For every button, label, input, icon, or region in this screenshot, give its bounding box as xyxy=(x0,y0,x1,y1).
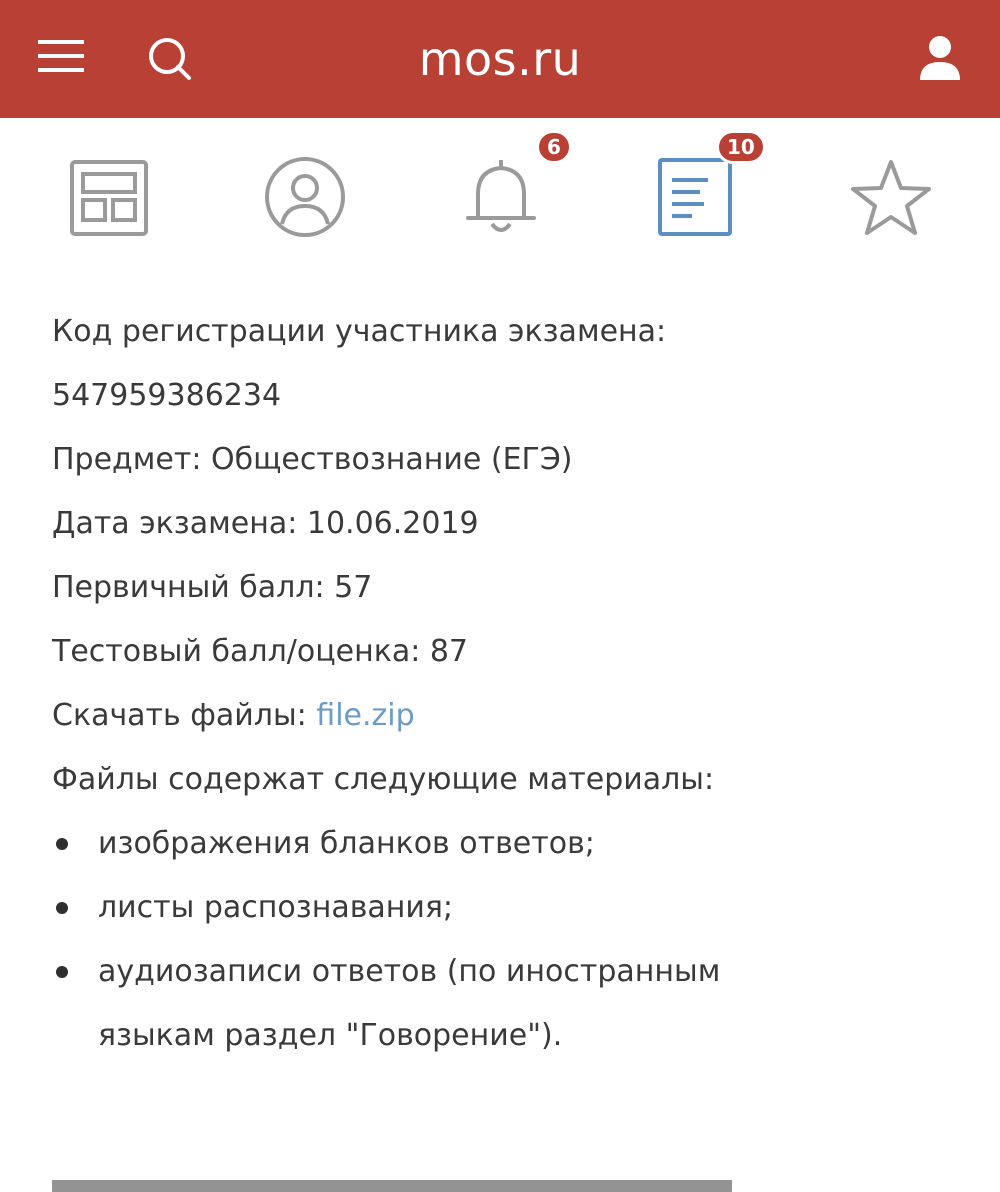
user-icon[interactable] xyxy=(918,34,962,80)
list-item-text: изображения бланков ответов; xyxy=(98,826,595,861)
top-navigation-bar: mos.ru xyxy=(0,0,1000,118)
notifications-badge: 6 xyxy=(536,130,572,164)
download-file-link[interactable]: file.zip xyxy=(316,698,414,733)
list-item: аудиозаписи ответов (по иностранным xyxy=(52,940,972,1004)
list-item-text: аудиозаписи ответов (по иностранным xyxy=(98,954,721,989)
bullet-dot xyxy=(56,966,68,978)
profile-circle-icon[interactable] xyxy=(262,154,348,240)
list-item-text: языкам раздел "Говорение"). xyxy=(98,1018,563,1053)
test-score-line: Тестовый балл/оценка: 87 xyxy=(52,634,469,669)
section-icon-bar: 6 10 xyxy=(0,130,1000,250)
exam-result-details: Код регистрации участника экзамена: 5479… xyxy=(52,300,972,1068)
files-intro-line: Файлы содержат следующие материалы: xyxy=(52,762,715,797)
list-item: изображения бланков ответов; xyxy=(52,812,972,876)
list-item-continuation: языкам раздел "Говорение"). xyxy=(52,1004,972,1068)
download-files-line: Скачать файлы: file.zip xyxy=(52,684,972,748)
bullet-dot xyxy=(56,902,68,914)
bullet-dot xyxy=(56,838,68,850)
star-icon[interactable] xyxy=(848,154,934,240)
documents-badge: 10 xyxy=(716,130,766,164)
subject-line: Предмет: Обществознание (ЕГЭ) xyxy=(52,442,573,477)
bell-icon[interactable] xyxy=(458,154,544,240)
document-list-icon[interactable] xyxy=(652,154,738,240)
hamburger-menu-icon[interactable] xyxy=(38,38,84,74)
registration-code-label: Код регистрации участника экзамена: xyxy=(52,314,667,349)
exam-date-line: Дата экзамена: 10.06.2019 xyxy=(52,506,479,541)
clipped-text-line xyxy=(52,1180,752,1192)
primary-score-line: Первичный балл: 57 xyxy=(52,570,373,605)
registration-code-value: 547959386234 xyxy=(52,378,282,413)
list-item-text: листы распознавания; xyxy=(98,890,454,925)
download-files-label: Скачать файлы: xyxy=(52,698,317,733)
list-item: листы распознавания; xyxy=(52,876,972,940)
search-icon[interactable] xyxy=(145,34,193,82)
dashboard-grid-icon[interactable] xyxy=(66,154,152,240)
